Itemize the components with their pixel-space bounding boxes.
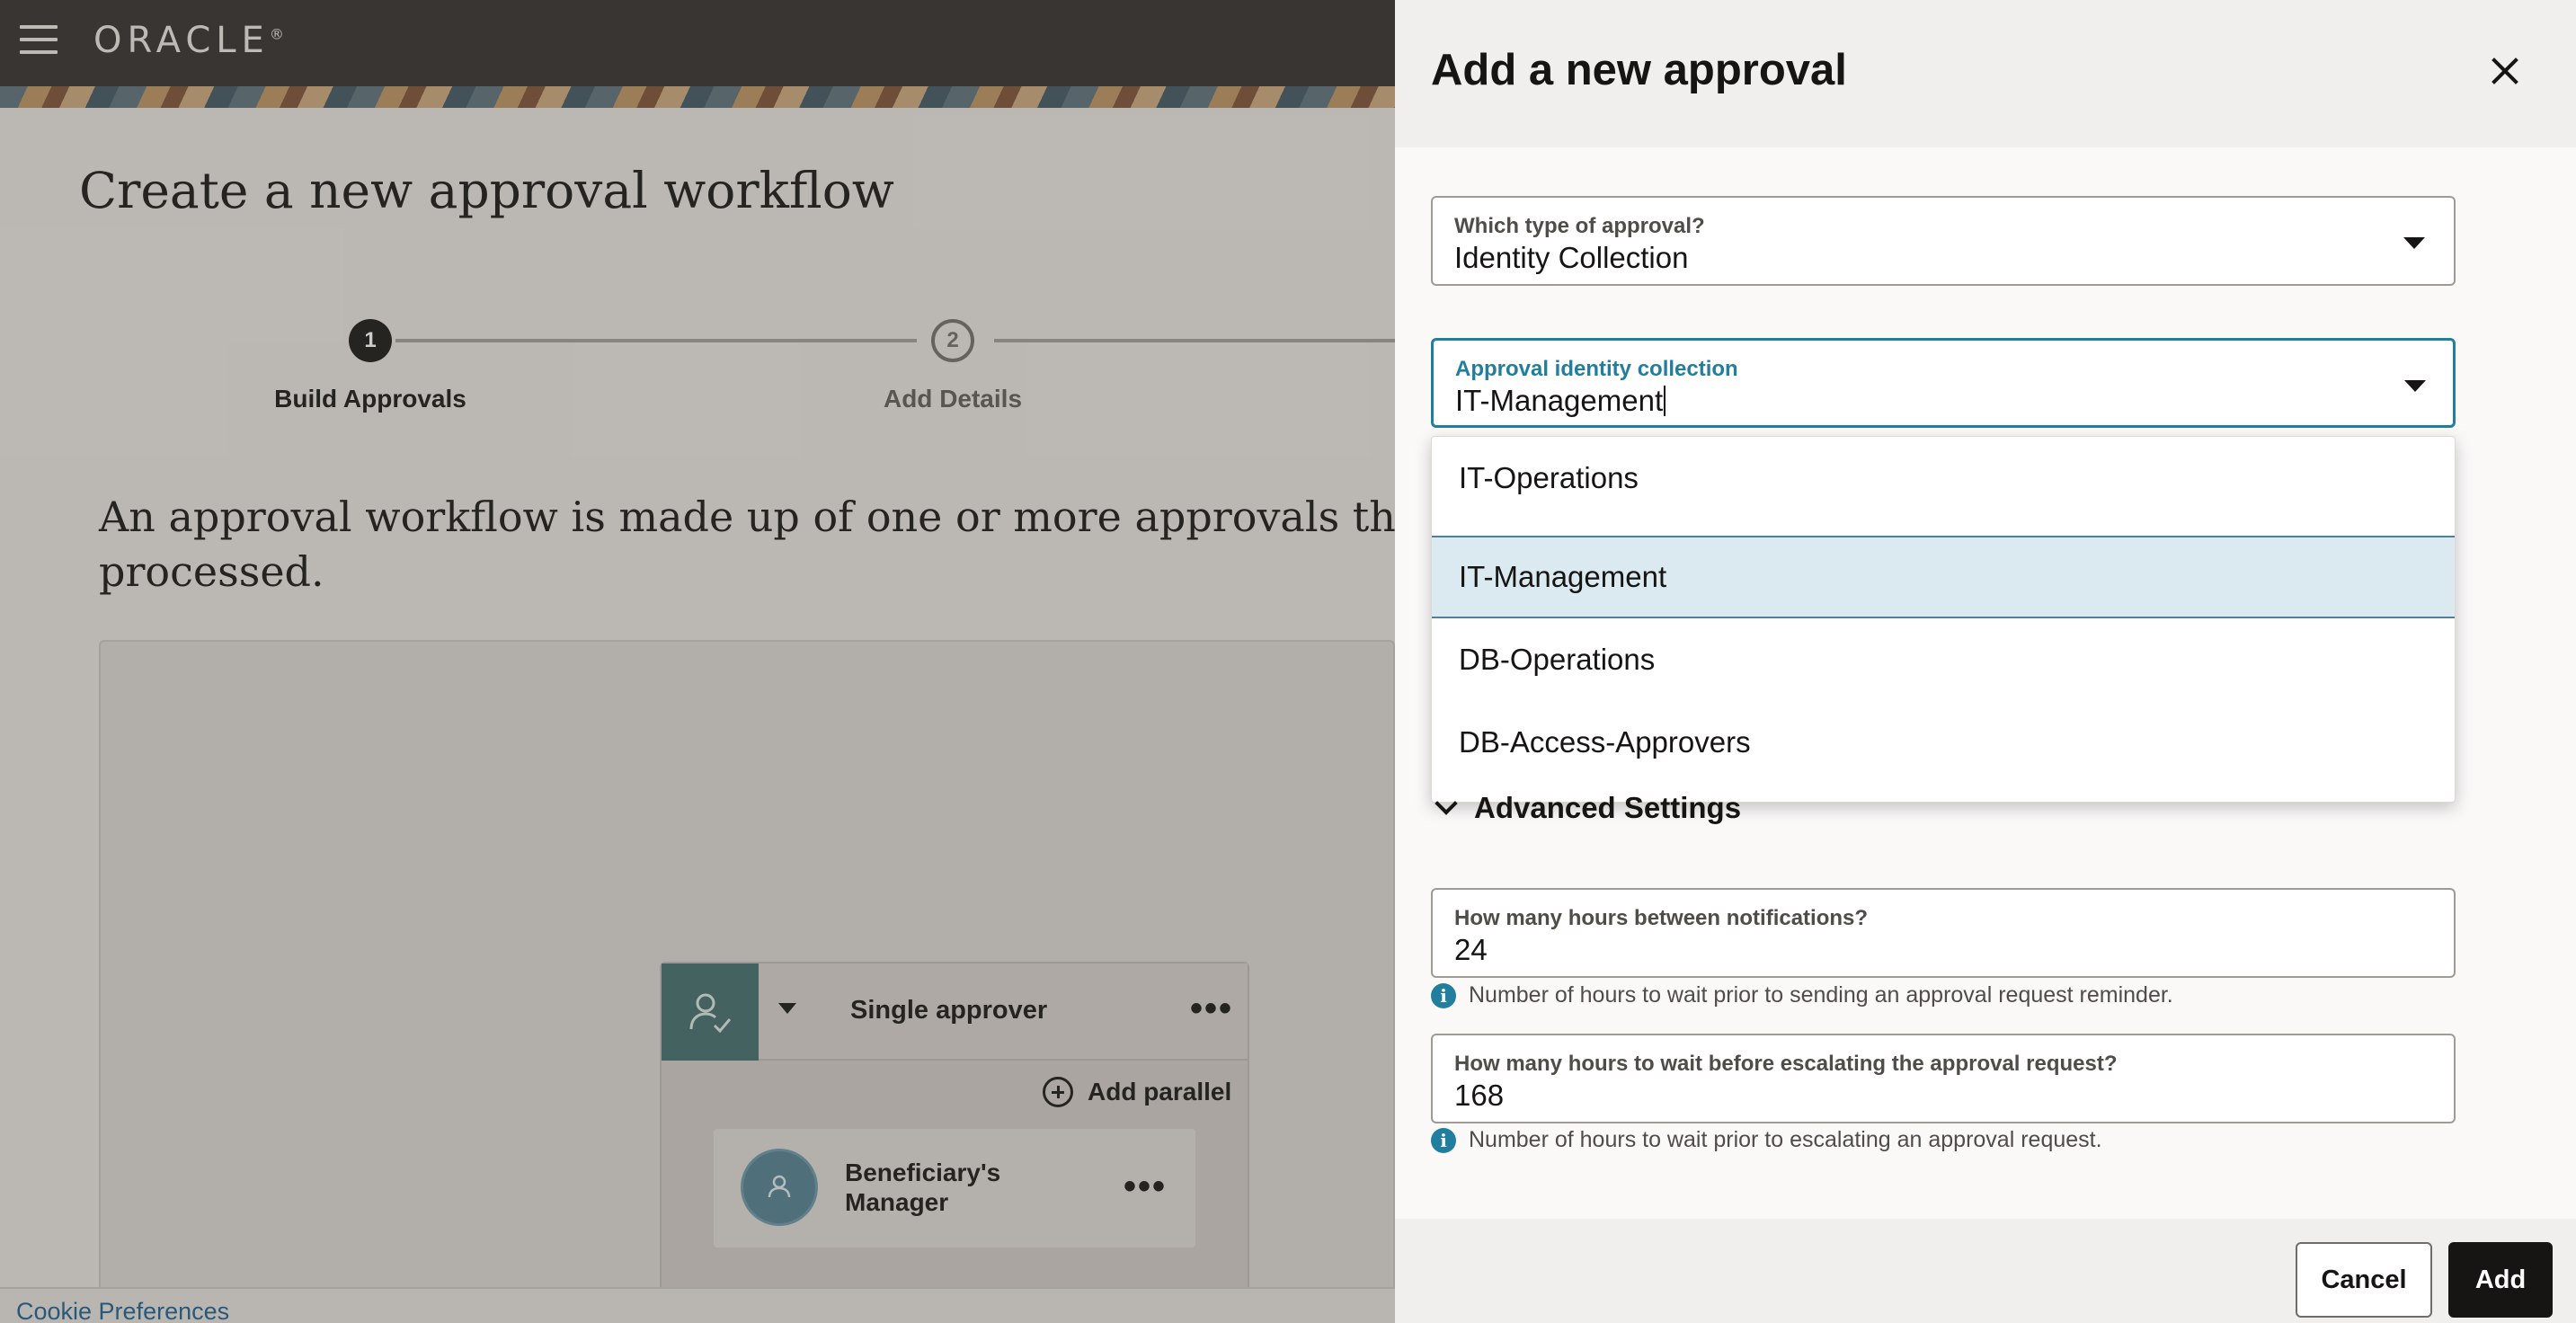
identity-collection-combobox[interactable]: Approval identity collection IT-Manageme…: [1431, 338, 2456, 428]
notification-hours-value[interactable]: 24: [1454, 933, 1488, 967]
identity-collection-input[interactable]: IT-Management: [1455, 384, 1666, 418]
notification-hours-label: How many hours between notifications?: [1454, 906, 1869, 930]
escalation-hours-label: How many hours to wait before escalating…: [1454, 1052, 2118, 1076]
notification-hours-help: i Number of hours to wait prior to sendi…: [1431, 982, 2173, 1008]
drawer-header: Add a new approval: [1395, 0, 2576, 147]
add-button[interactable]: Add: [2448, 1242, 2553, 1318]
option-db-operations[interactable]: DB-Operations: [1432, 618, 2455, 701]
approval-type-value: Identity Collection: [1454, 241, 1689, 274]
drawer-title: Add a new approval: [1431, 46, 1847, 94]
escalation-hours-help: i Number of hours to wait prior to escal…: [1431, 1127, 2102, 1153]
escalation-hours-field[interactable]: How many hours to wait before escalating…: [1431, 1034, 2456, 1123]
identity-collection-listbox: IT-Operations IT-Management DB-Operation…: [1431, 436, 2456, 803]
escalation-hours-value[interactable]: 168: [1454, 1079, 1504, 1113]
text-cursor: [1664, 386, 1666, 416]
modal-scrim[interactable]: [0, 0, 1395, 1323]
escalation-hours-help-text: Number of hours to wait prior to escalat…: [1469, 1127, 2102, 1152]
option-it-management[interactable]: IT-Management: [1432, 536, 2455, 618]
chevron-down-icon: [1435, 792, 1458, 815]
option-it-operations[interactable]: IT-Operations: [1432, 437, 2455, 519]
identity-collection-value: IT-Management: [1455, 384, 1664, 417]
info-icon: i: [1431, 982, 1456, 1008]
approval-type-select[interactable]: Which type of approval? Identity Collect…: [1431, 196, 2456, 286]
option-db-access-approvers[interactable]: DB-Access-Approvers: [1432, 701, 2455, 784]
close-icon[interactable]: [2481, 47, 2529, 95]
cancel-button[interactable]: Cancel: [2296, 1242, 2432, 1318]
notification-hours-field[interactable]: How many hours between notifications? 24: [1431, 888, 2456, 978]
info-icon: i: [1431, 1127, 1456, 1153]
advanced-settings-toggle[interactable]: Advanced Settings: [1431, 791, 1741, 825]
chevron-down-icon[interactable]: [2404, 380, 2426, 392]
advanced-settings-label: Advanced Settings: [1474, 791, 1742, 824]
approval-type-label: Which type of approval?: [1454, 214, 1705, 238]
drawer-footer: Cancel Add: [1395, 1219, 2576, 1323]
identity-collection-label: Approval identity collection: [1455, 357, 1738, 381]
notification-hours-help-text: Number of hours to wait prior to sending…: [1469, 982, 2173, 1008]
add-approval-drawer: Add a new approval Which type of approva…: [1395, 0, 2576, 1323]
chevron-down-icon[interactable]: [2403, 237, 2425, 249]
